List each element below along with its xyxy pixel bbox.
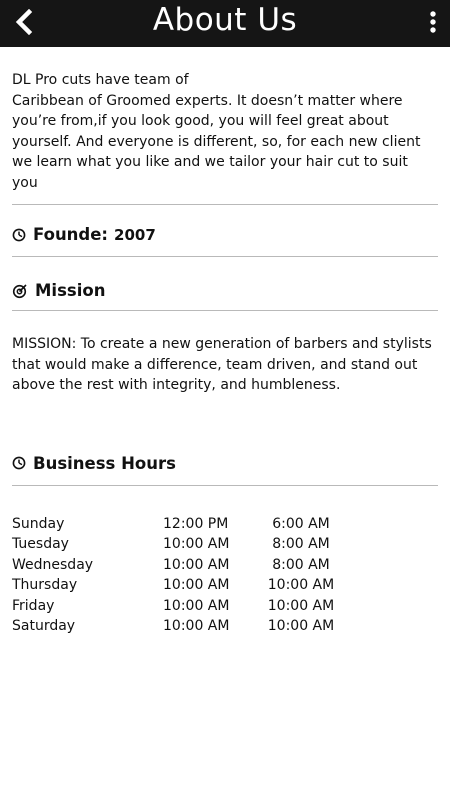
hours-day: Wednesday: [12, 556, 94, 573]
clock-icon: [12, 456, 26, 470]
business-hours-heading: Business Hours: [33, 453, 176, 473]
hours-row: Sunday 12:00 PM 6:00 AM: [12, 514, 438, 535]
hours-close: 8:00 AM: [272, 556, 330, 573]
mission-heading: Mission: [35, 281, 106, 300]
hours-row: Wednesday 10:00 AM 8:00 AM: [12, 555, 438, 576]
more-vertical-icon: [430, 11, 436, 33]
target-icon: [12, 283, 27, 298]
hours-day: Sunday: [12, 515, 65, 532]
hours-close: 10:00 AM: [267, 618, 335, 634]
business-hours-table: Sunday 12:00 PM 6:00 AM Tuesday 10:00 AM…: [12, 514, 438, 637]
hours-row: Saturday 10:00 AM 10:00 AM: [12, 616, 438, 637]
about-description: DL Pro cuts have team of Caribbean of Gr…: [12, 70, 438, 193]
hours-open: 10:00 AM: [163, 618, 230, 634]
clock-icon: [12, 228, 26, 241]
hours-day: Friday: [12, 597, 55, 614]
hours-close: 10:00 AM: [267, 597, 335, 614]
hours-open: 10:00 AM: [163, 556, 230, 573]
hours-open: 12:00 PM: [163, 515, 229, 532]
hours-close: 8:00 AM: [272, 536, 330, 552]
divider: [12, 484, 438, 486]
divider: [12, 204, 438, 205]
founded-label: Founde:: [33, 225, 109, 244]
founded-row: Founde: 2007: [12, 225, 438, 244]
mission-header: Mission: [12, 281, 438, 300]
about-description-body: Caribbean of Groomed experts. It doesn’t…: [12, 92, 421, 191]
about-description-line1: DL Pro cuts have team of: [12, 72, 189, 88]
app-header: About Us: [0, 0, 450, 47]
page-title: About Us: [152, 2, 298, 38]
hours-open: 10:00 AM: [163, 577, 230, 593]
hours-open: 10:00 AM: [163, 536, 230, 552]
hours-row: Friday 10:00 AM 10:00 AM: [12, 596, 438, 617]
overflow-menu-button[interactable]: [426, 6, 440, 38]
business-hours-header: Business Hours: [12, 454, 438, 473]
hours-day: Thursday: [12, 577, 78, 593]
about-content: DL Pro cuts have team of Caribbean of Gr…: [12, 70, 438, 637]
hours-close: 6:00 AM: [272, 515, 330, 532]
hours-day: Saturday: [12, 618, 76, 634]
divider: [12, 256, 438, 257]
hours-close: 10:00 AM: [267, 577, 335, 593]
hours-open: 10:00 AM: [163, 597, 230, 614]
hours-row: Thursday 10:00 AM 10:00 AM: [12, 575, 438, 596]
divider: [12, 310, 438, 311]
hours-day: Tuesday: [12, 536, 69, 552]
mission-text: MISSION: To create a new generation of b…: [12, 336, 432, 393]
hours-row: Tuesday 10:00 AM 8:00 AM: [12, 534, 438, 555]
founded-year: 2007: [114, 225, 156, 244]
